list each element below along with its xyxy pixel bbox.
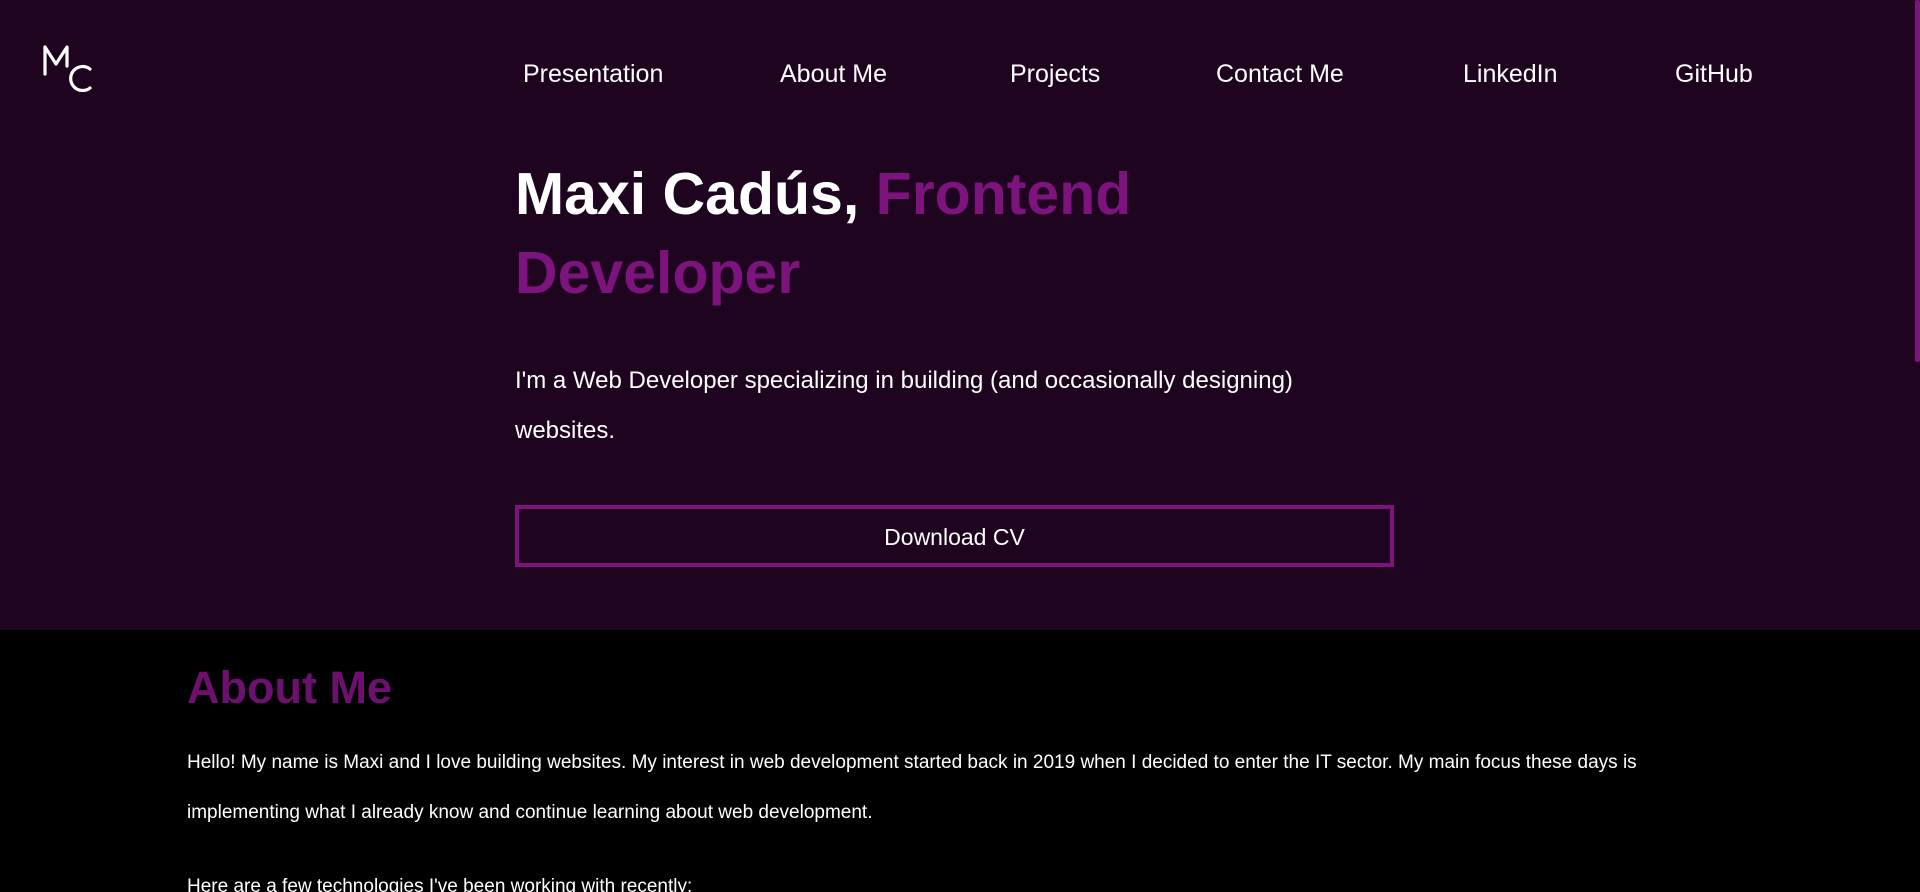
nav-item-linkedin[interactable]: LinkedIn	[1463, 54, 1558, 94]
nav-item-contact-me[interactable]: Contact Me	[1216, 54, 1344, 94]
about-section: About Me Hello! My name is Maxi and I lo…	[0, 630, 1920, 892]
scrollbar-thumb[interactable]	[1915, 0, 1920, 362]
hero-role-line1: Frontend	[875, 161, 1132, 227]
about-title: About Me	[187, 662, 392, 713]
main-nav: Presentation About Me Projects Contact M…	[0, 54, 1920, 94]
nav-item-about-me[interactable]: About Me	[780, 54, 887, 94]
hero-section: Presentation About Me Projects Contact M…	[0, 0, 1920, 630]
nav-item-projects[interactable]: Projects	[1010, 54, 1100, 94]
hero-title: Maxi Cadús, Frontend Developer	[515, 155, 1215, 313]
download-cv-button[interactable]: Download CV	[515, 505, 1394, 567]
about-paragraph: Hello! My name is Maxi and I love buildi…	[187, 752, 1637, 823]
nav-item-github[interactable]: GitHub	[1675, 54, 1753, 94]
nav-item-presentation[interactable]: Presentation	[523, 54, 663, 94]
about-technologies-intro: Here are a few technologies I've been wo…	[187, 876, 693, 892]
hero-description: I'm a Web Developer specializing in buil…	[515, 367, 1293, 444]
portfolio-page: Presentation About Me Projects Contact M…	[0, 0, 1920, 892]
hero-name: Maxi Cadús,	[515, 161, 876, 227]
hero-role-line2: Developer	[515, 240, 801, 306]
